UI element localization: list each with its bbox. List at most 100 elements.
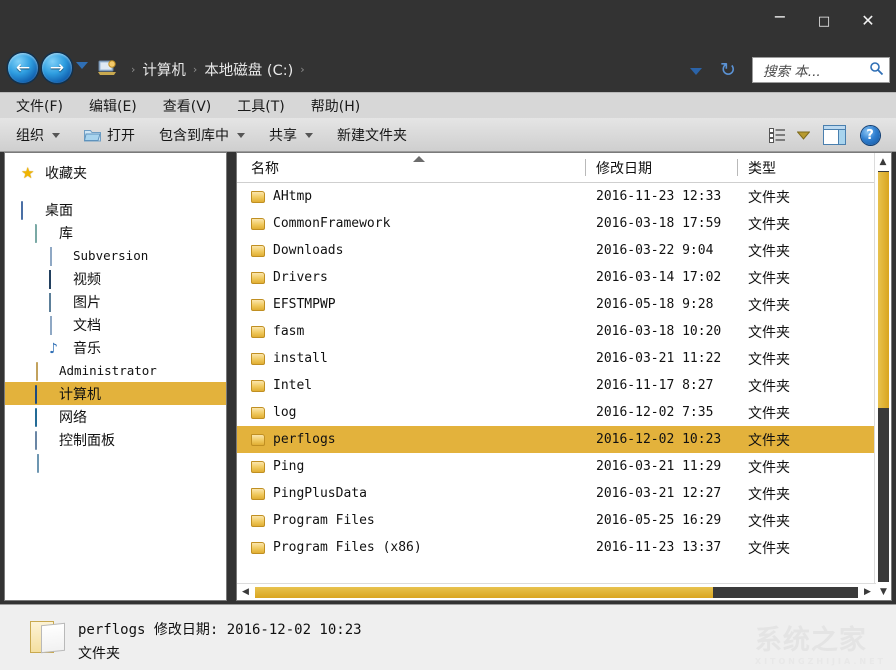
menu-item-file[interactable]: 文件(F) xyxy=(16,96,63,116)
table-row[interactable]: Program Files 2016-05-25 16:29文件夹 xyxy=(237,507,891,534)
table-row[interactable]: fasm2016-03-18 10:20文件夹 xyxy=(237,318,891,345)
horizontal-scrollbar-thumb[interactable] xyxy=(255,587,713,598)
sidebar-item-control-panel[interactable]: 控制面板 xyxy=(5,428,226,451)
sidebar-item-network[interactable]: 网络 xyxy=(5,405,226,428)
preview-pane-icon[interactable] xyxy=(816,125,852,145)
table-row[interactable]: perflogs2016-12-02 10:23文件夹 xyxy=(237,426,891,453)
table-row[interactable]: Intel2016-11-17 8:27文件夹 xyxy=(237,372,891,399)
table-row[interactable]: Ping2016-03-21 11:29文件夹 xyxy=(237,453,891,480)
folder-icon xyxy=(251,461,265,473)
address-chevron-down-icon[interactable] xyxy=(690,68,702,75)
menu-item-help[interactable]: 帮助(H) xyxy=(311,96,360,116)
table-row[interactable]: Downloads2016-03-22 9:04文件夹 xyxy=(237,237,891,264)
back-arrow-icon: ← xyxy=(16,60,30,77)
chevron-down-icon xyxy=(237,133,245,138)
column-header-date-modified[interactable]: 修改日期 xyxy=(585,153,737,183)
vertical-scrollbar-thumb[interactable] xyxy=(878,172,889,408)
toolbar-right-group: ? xyxy=(764,118,888,152)
file-list-pane: 名称 修改日期 类型 AHtmp2016-11-23 12:33文件夹Commo… xyxy=(236,152,892,601)
include-in-library-label: 包含到库中 xyxy=(159,125,229,145)
file-name-label: AHtmp xyxy=(273,189,312,204)
sidebar-item-favorites[interactable]: ★ 收藏夹 xyxy=(5,161,226,184)
document-icon xyxy=(49,317,66,333)
include-in-library-button[interactable]: 包含到库中 xyxy=(159,125,245,145)
sidebar-item-label: 库 xyxy=(59,223,73,243)
sidebar-item-administrator[interactable]: Administrator xyxy=(5,359,226,382)
sidebar-item-label: 视频 xyxy=(73,269,101,289)
file-name-label: Program Files xyxy=(273,513,375,528)
file-date-cell: 2016-11-23 13:37 xyxy=(585,540,737,555)
file-date-cell: 2016-03-14 17:02 xyxy=(585,270,737,285)
column-header-type[interactable]: 类型 xyxy=(737,153,857,183)
recycle-bin-icon xyxy=(35,455,52,471)
table-row[interactable]: install2016-03-21 11:22文件夹 xyxy=(237,345,891,372)
table-row[interactable]: log2016-12-02 7:35文件夹 xyxy=(237,399,891,426)
file-date-cell: 2016-05-18 9:28 xyxy=(585,297,737,312)
new-folder-button[interactable]: 新建文件夹 xyxy=(337,125,407,145)
forward-button[interactable]: → xyxy=(42,53,72,83)
file-type-cell: 文件夹 xyxy=(737,511,857,531)
sidebar-item-libraries[interactable]: 库 xyxy=(5,221,226,244)
search-input[interactable]: 搜索 本... xyxy=(752,57,890,83)
table-row[interactable]: CommonFramework2016-03-18 17:59文件夹 xyxy=(237,210,891,237)
table-row[interactable]: AHtmp2016-11-23 12:33文件夹 xyxy=(237,183,891,210)
watermark-subtext: XITONGZHIJIA.NET xyxy=(755,657,886,666)
column-header-name[interactable]: 名称 xyxy=(237,153,585,183)
folder-icon xyxy=(35,225,52,241)
view-options-chevron-down-icon[interactable] xyxy=(790,131,816,140)
menu-item-edit[interactable]: 编辑(E) xyxy=(89,96,137,116)
table-row[interactable]: PingPlusData2016-03-21 12:27文件夹 xyxy=(237,480,891,507)
menu-item-view[interactable]: 查看(V) xyxy=(163,96,212,116)
table-row[interactable]: Drivers2016-03-14 17:02文件夹 xyxy=(237,264,891,291)
breadcrumb-separator-2[interactable]: › xyxy=(300,63,304,76)
minimize-button[interactable]: − xyxy=(758,8,802,34)
vertical-scrollbar[interactable]: ▲ ▼ xyxy=(874,153,891,600)
table-row[interactable]: Program Files (x86)2016-11-23 13:37文件夹 xyxy=(237,534,891,561)
close-button[interactable]: ✕ xyxy=(846,8,890,34)
horizontal-scrollbar[interactable]: ◀ ▶ xyxy=(237,583,876,600)
file-date-cell: 2016-03-21 11:29 xyxy=(585,459,737,474)
recent-pages-chevron-down-icon[interactable] xyxy=(76,62,88,69)
sidebar-item-label: 图片 xyxy=(73,292,101,312)
folder-icon xyxy=(251,353,265,365)
file-type-cell: 文件夹 xyxy=(737,457,857,477)
file-name-cell: Intel xyxy=(237,378,585,393)
sidebar-item-subversion[interactable]: Subversion xyxy=(5,244,226,267)
video-icon xyxy=(49,271,66,287)
share-label: 共享 xyxy=(269,125,297,145)
address-bar: ← → › 计算机 › 本地磁盘 (C:) › ↻ 搜索 本... xyxy=(0,44,896,92)
breadcrumb-separator-1[interactable]: › xyxy=(193,63,197,76)
file-type-cell: 文件夹 xyxy=(737,376,857,396)
menu-item-tools[interactable]: 工具(T) xyxy=(237,96,284,116)
file-name-cell: PingPlusData xyxy=(237,486,585,501)
music-icon: ♪ xyxy=(49,340,66,356)
help-button[interactable]: ? xyxy=(852,126,888,145)
file-date-cell: 2016-05-25 16:29 xyxy=(585,513,737,528)
file-date-cell: 2016-03-21 11:22 xyxy=(585,351,737,366)
status-detail-line: perflogs 修改日期: 2016-12-02 10:23 xyxy=(78,619,362,639)
organize-button[interactable]: 组织 xyxy=(16,125,60,145)
sidebar-item-videos[interactable]: 视频 xyxy=(5,267,226,290)
table-row[interactable]: EFSTMPWP2016-05-18 9:28文件夹 xyxy=(237,291,891,318)
scroll-right-arrow-icon[interactable]: ▶ xyxy=(859,587,876,597)
open-button[interactable]: 打开 xyxy=(84,125,135,145)
menu-bar: 文件(F) 编辑(E) 查看(V) 工具(T) 帮助(H) xyxy=(0,92,896,118)
sidebar-item-computer[interactable]: 计算机 xyxy=(5,382,226,405)
sidebar-item-recycle-bin[interactable] xyxy=(5,451,226,474)
breadcrumb-item-local-disk-c[interactable]: 本地磁盘 (C:) xyxy=(204,59,293,80)
maximize-button[interactable]: □ xyxy=(802,8,846,34)
share-button[interactable]: 共享 xyxy=(269,125,313,145)
view-list-icon[interactable] xyxy=(764,128,790,143)
sidebar-item-pictures[interactable]: 图片 xyxy=(5,290,226,313)
control-panel-icon xyxy=(35,432,52,448)
sidebar-item-music[interactable]: ♪ 音乐 xyxy=(5,336,226,359)
back-button[interactable]: ← xyxy=(8,53,38,83)
scroll-left-arrow-icon[interactable]: ◀ xyxy=(237,587,254,597)
scroll-up-arrow-icon[interactable]: ▲ xyxy=(875,153,891,170)
sidebar-item-documents[interactable]: 文档 xyxy=(5,313,226,336)
file-name-cell: Ping xyxy=(237,459,585,474)
sidebar-item-desktop[interactable]: 桌面 xyxy=(5,198,226,221)
scroll-down-arrow-icon[interactable]: ▼ xyxy=(875,583,892,600)
refresh-icon[interactable]: ↻ xyxy=(716,58,740,82)
breadcrumb-item-computer[interactable]: 计算机 xyxy=(142,59,186,80)
